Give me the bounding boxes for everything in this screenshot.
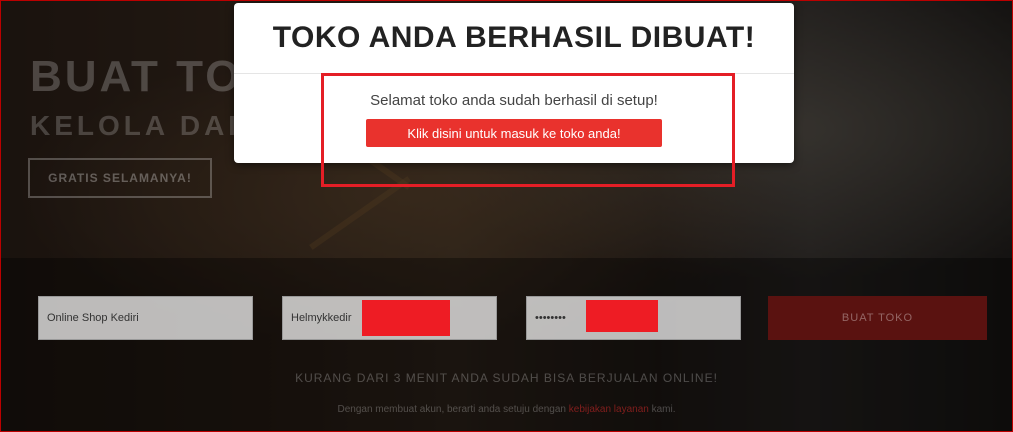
tagline: KURANG DARI 3 MENIT ANDA SUDAH BISA BERJ…: [295, 371, 718, 385]
redaction-mark: [586, 300, 658, 332]
terms-link[interactable]: kebijakan layanan: [569, 404, 649, 415]
shop-name-input[interactable]: Online Shop Kediri: [38, 296, 253, 340]
hero-subtitle: KELOLA DARI: [30, 110, 265, 141]
redaction-mark: [362, 300, 450, 336]
create-shop-button[interactable]: BUAT TOKO: [768, 296, 987, 340]
annotation-highlight-box: [321, 73, 735, 187]
terms-suffix: kami.: [651, 404, 676, 415]
free-forever-button[interactable]: GRATIS SELAMANYA!: [28, 158, 212, 198]
modal-title: TOKO ANDA BERHASIL DIBUAT!: [272, 21, 756, 54]
terms-text: Dengan membuat akun, berarti anda setuju…: [0, 404, 1013, 415]
terms-prefix: Dengan membuat akun, berarti anda setuju…: [337, 404, 566, 415]
